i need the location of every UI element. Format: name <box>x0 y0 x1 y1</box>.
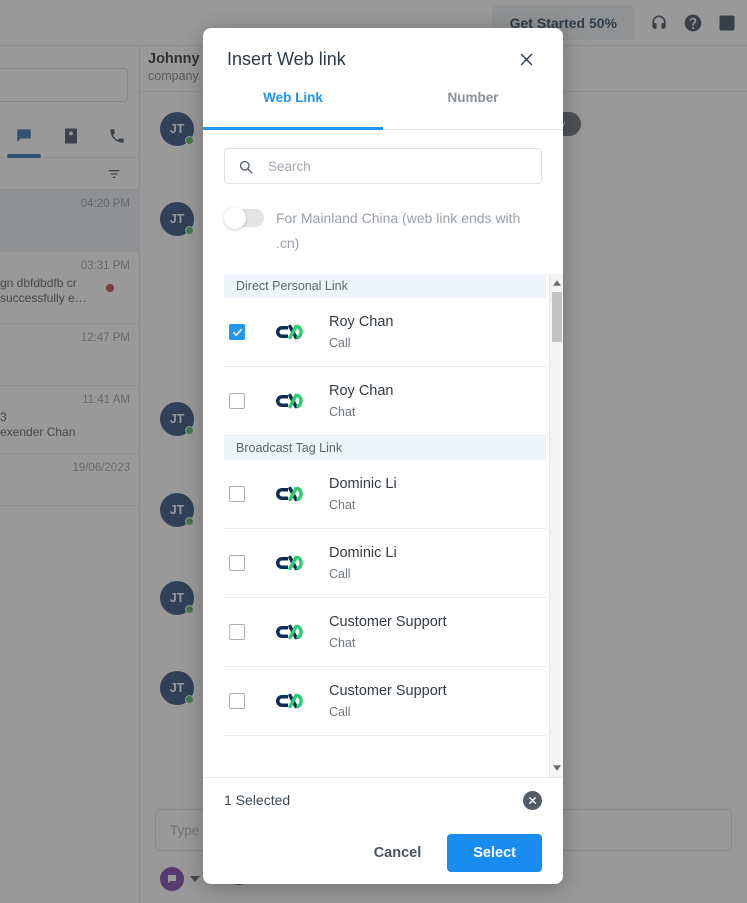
scroll-up-arrow-icon[interactable] <box>550 276 563 290</box>
list-item-subtitle: Call <box>329 336 351 350</box>
scroll-down-arrow-icon[interactable] <box>550 761 563 775</box>
list-item-text: Customer Support Chat <box>329 612 546 652</box>
list-item-checkbox[interactable] <box>229 555 245 571</box>
select-button[interactable]: Select <box>447 834 542 872</box>
search-icon <box>237 158 254 175</box>
list-item[interactable]: Customer Support Chat <box>224 598 546 667</box>
search-section <box>203 130 563 184</box>
list-scrollbar[interactable] <box>549 274 563 777</box>
list-item-subtitle: Chat <box>329 405 356 419</box>
list-item-title: Dominic Li <box>329 476 397 492</box>
list-item[interactable]: Dominic Li Chat <box>224 460 546 529</box>
list-item-checkbox[interactable] <box>229 393 245 409</box>
list-item-title: Dominic Li <box>329 545 397 561</box>
mainland-china-toggle-row: For Mainland China (web link ends with .… <box>203 184 563 256</box>
list-item-subtitle: Call <box>329 567 351 581</box>
search-input[interactable] <box>266 157 529 175</box>
list-item-checkbox[interactable] <box>229 324 245 340</box>
list-item-text: Roy Chan Chat <box>329 381 546 421</box>
list-section-header: Broadcast Tag Link <box>224 436 546 460</box>
list-item-text: Customer Support Call <box>329 681 546 721</box>
tab-web-link[interactable]: Web Link <box>203 90 383 130</box>
check-icon <box>232 328 242 336</box>
cx-logo-icon <box>273 692 329 710</box>
clear-selection-icon[interactable] <box>523 790 542 810</box>
selected-count-label: 1 Selected <box>224 792 291 808</box>
dialog-header: Insert Web link <box>203 28 563 90</box>
dialog-footer: 1 Selected Cancel Select <box>203 777 563 884</box>
list-item-title: Customer Support <box>329 683 447 699</box>
list-item-title: Roy Chan <box>329 383 394 399</box>
mainland-china-toggle-label: For Mainland China (web link ends with .… <box>276 210 521 251</box>
list-item-title: Customer Support <box>329 614 447 630</box>
scrollbar-thumb[interactable] <box>552 292 562 342</box>
dialog-tabs: Web Link Number <box>203 90 563 130</box>
list-item-subtitle: Chat <box>329 636 356 650</box>
list-item-checkbox[interactable] <box>229 486 245 502</box>
insert-web-link-dialog: Insert Web link Web Link Number For Main… <box>203 28 563 884</box>
list-item[interactable]: Customer Support Call <box>224 667 546 736</box>
list-item[interactable]: Roy Chan Call <box>224 298 546 367</box>
cx-logo-icon <box>273 485 329 503</box>
toggle-knob <box>224 207 246 229</box>
dialog-actions: Cancel Select <box>224 822 542 884</box>
list-item-checkbox[interactable] <box>229 693 245 709</box>
cx-logo-icon <box>273 554 329 572</box>
list-item-title: Roy Chan <box>329 314 394 330</box>
list-item-subtitle: Call <box>329 705 351 719</box>
list-section-header: Direct Personal Link <box>224 274 546 298</box>
mainland-china-toggle[interactable] <box>224 207 264 229</box>
selection-summary-row: 1 Selected <box>224 778 542 822</box>
link-list: Direct Personal Link Roy Chan Call Roy C… <box>224 274 546 777</box>
tab-number[interactable]: Number <box>383 90 563 129</box>
list-item-text: Roy Chan Call <box>329 312 546 352</box>
list-item[interactable]: Dominic Li Call <box>224 529 546 598</box>
list-item-text: Dominic Li Call <box>329 543 546 583</box>
cancel-button[interactable]: Cancel <box>358 835 438 871</box>
list-item-checkbox[interactable] <box>229 624 245 640</box>
close-icon[interactable] <box>513 46 539 72</box>
list-item[interactable]: Roy Chan Chat <box>224 367 546 436</box>
dialog-title: Insert Web link <box>227 48 346 69</box>
cx-logo-icon <box>273 623 329 641</box>
cx-logo-icon <box>273 323 329 341</box>
search-box[interactable] <box>224 148 542 184</box>
list-item-subtitle: Chat <box>329 498 356 512</box>
link-list-area: Direct Personal Link Roy Chan Call Roy C… <box>203 274 563 777</box>
cx-logo-icon <box>273 392 329 410</box>
list-item-text: Dominic Li Chat <box>329 474 546 514</box>
